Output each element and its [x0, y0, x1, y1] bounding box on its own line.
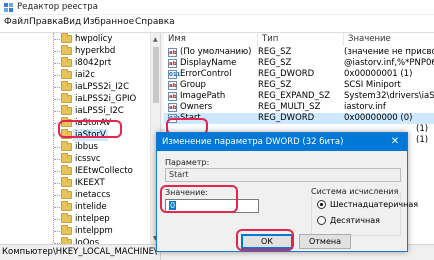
- dialog-titlebar: Изменение параметра DWORD (32 бита) ✕: [157, 133, 407, 151]
- close-icon[interactable]: ✕: [386, 135, 404, 149]
- menu-help[interactable]: Справка: [135, 17, 175, 27]
- tree-item[interactable]: i8042prt: [0, 57, 150, 69]
- folder-icon: [61, 81, 72, 91]
- column-header-type[interactable]: Тип: [258, 33, 344, 46]
- radio-checked-icon[interactable]: [317, 200, 326, 209]
- string-value-icon: ab: [168, 103, 177, 112]
- tree-item[interactable]: iaLPSS2i_GPIO: [0, 93, 150, 105]
- base-label: Система исчисления: [311, 187, 401, 196]
- binary-value-icon: 011: [168, 70, 181, 79]
- folder-icon: [61, 129, 72, 139]
- tree-item[interactable]: iai2c: [0, 69, 150, 81]
- value-row[interactable]: ab Owners REG_MULTI_SZ iastorv.inf: [164, 102, 434, 113]
- dialog-title: Изменение параметра DWORD (32 бита): [162, 137, 344, 147]
- tree-item[interactable]: iaStorAV: [0, 117, 150, 129]
- param-name-field: Start: [165, 168, 401, 182]
- key-tree[interactable]: hwpolicy hyperkbd i8042prt iai2c iaLPSS2…: [0, 33, 160, 245]
- tree-item[interactable]: hwpolicy: [0, 33, 150, 45]
- scroll-up-icon[interactable]: ▲: [153, 36, 158, 43]
- tree-item[interactable]: ibbus: [0, 141, 150, 153]
- value-row[interactable]: ab DisplayName REG_SZ @iastorv.inf,%*PNP…: [164, 58, 434, 69]
- folder-icon: [61, 213, 72, 223]
- ok-button[interactable]: ОК: [241, 234, 293, 249]
- value-row-start[interactable]: 011 Start REG_DWORD 0x00000000 (0): [164, 113, 434, 124]
- radio-unchecked-icon[interactable]: [317, 216, 326, 225]
- tree-item[interactable]: hyperkbd: [0, 45, 150, 57]
- window-titlebar: Редактор реестра: [0, 0, 434, 15]
- folder-icon: [61, 105, 72, 115]
- tree-item[interactable]: intelide: [0, 201, 150, 213]
- registry-editor-icon: [4, 3, 13, 12]
- cancel-button[interactable]: Отмена: [299, 234, 351, 249]
- tree-item-iastorv[interactable]: › iaStorV: [0, 129, 150, 141]
- tree-item[interactable]: IKEEXT: [0, 177, 150, 189]
- value-input-text: 0: [169, 201, 177, 210]
- value-input[interactable]: 0: [165, 199, 259, 213]
- folder-icon: [61, 177, 72, 187]
- tree-item[interactable]: intelpep: [0, 213, 150, 225]
- menu-file[interactable]: Файл: [4, 17, 29, 27]
- folder-icon: [61, 189, 72, 199]
- menu-edit[interactable]: Правка: [29, 17, 63, 27]
- window-title: Редактор реестра: [17, 2, 98, 12]
- folder-icon: [61, 45, 72, 55]
- tree-item[interactable]: IEEtwCollecto: [0, 165, 150, 177]
- folder-icon: [61, 201, 72, 211]
- value-row[interactable]: ab ImagePath REG_EXPAND_SZ System32\driv…: [164, 91, 434, 102]
- menu-view[interactable]: Вид: [63, 17, 81, 27]
- value-row[interactable]: 011 ErrorControl REG_DWORD 0x00000001 (1…: [164, 69, 434, 80]
- column-header-name[interactable]: Имя: [164, 33, 258, 46]
- chevron-right-icon[interactable]: ›: [50, 131, 58, 139]
- tree-item[interactable]: icssvc: [0, 153, 150, 165]
- param-label: Параметр:: [165, 158, 210, 167]
- folder-icon: [61, 33, 72, 43]
- scroll-thumb[interactable]: [153, 47, 159, 103]
- folder-icon: [61, 225, 72, 235]
- folder-icon: [61, 165, 72, 175]
- string-value-icon: ab: [168, 81, 177, 90]
- menu-favorites[interactable]: Избранное: [83, 17, 134, 27]
- tree-item[interactable]: intelppm: [0, 225, 150, 237]
- tree-item[interactable]: inetaccs: [0, 189, 150, 201]
- value-row[interactable]: ab (По умолчанию) REG_SZ (значение не пр…: [164, 47, 434, 58]
- folder-icon: [61, 117, 72, 127]
- binary-value-icon: 011: [168, 114, 181, 123]
- value-label: Значение:: [165, 188, 208, 197]
- folder-icon: [61, 141, 72, 151]
- status-path: Компьютер\HKEY_LOCAL_MACHINE\: [2, 247, 157, 257]
- folder-icon: [61, 69, 72, 79]
- edit-dword-dialog: Изменение параметра DWORD (32 бита) ✕ Па…: [156, 132, 418, 252]
- menu-bar: Файл Правка Вид Избранное Справка: [0, 15, 434, 32]
- tree-item[interactable]: iaLPSSi_I2C: [0, 105, 150, 117]
- string-value-icon: ab: [168, 48, 177, 57]
- string-value-icon: ab: [168, 92, 177, 101]
- folder-icon: [61, 57, 72, 67]
- value-row[interactable]: ab Group REG_SZ SCSI Miniport: [164, 80, 434, 91]
- tree-item[interactable]: iaLPSS2i_I2C: [0, 81, 150, 93]
- folder-icon: [61, 153, 72, 163]
- column-header-data[interactable]: Значение: [344, 33, 434, 46]
- folder-icon: [61, 93, 72, 103]
- string-value-icon: ab: [168, 59, 177, 68]
